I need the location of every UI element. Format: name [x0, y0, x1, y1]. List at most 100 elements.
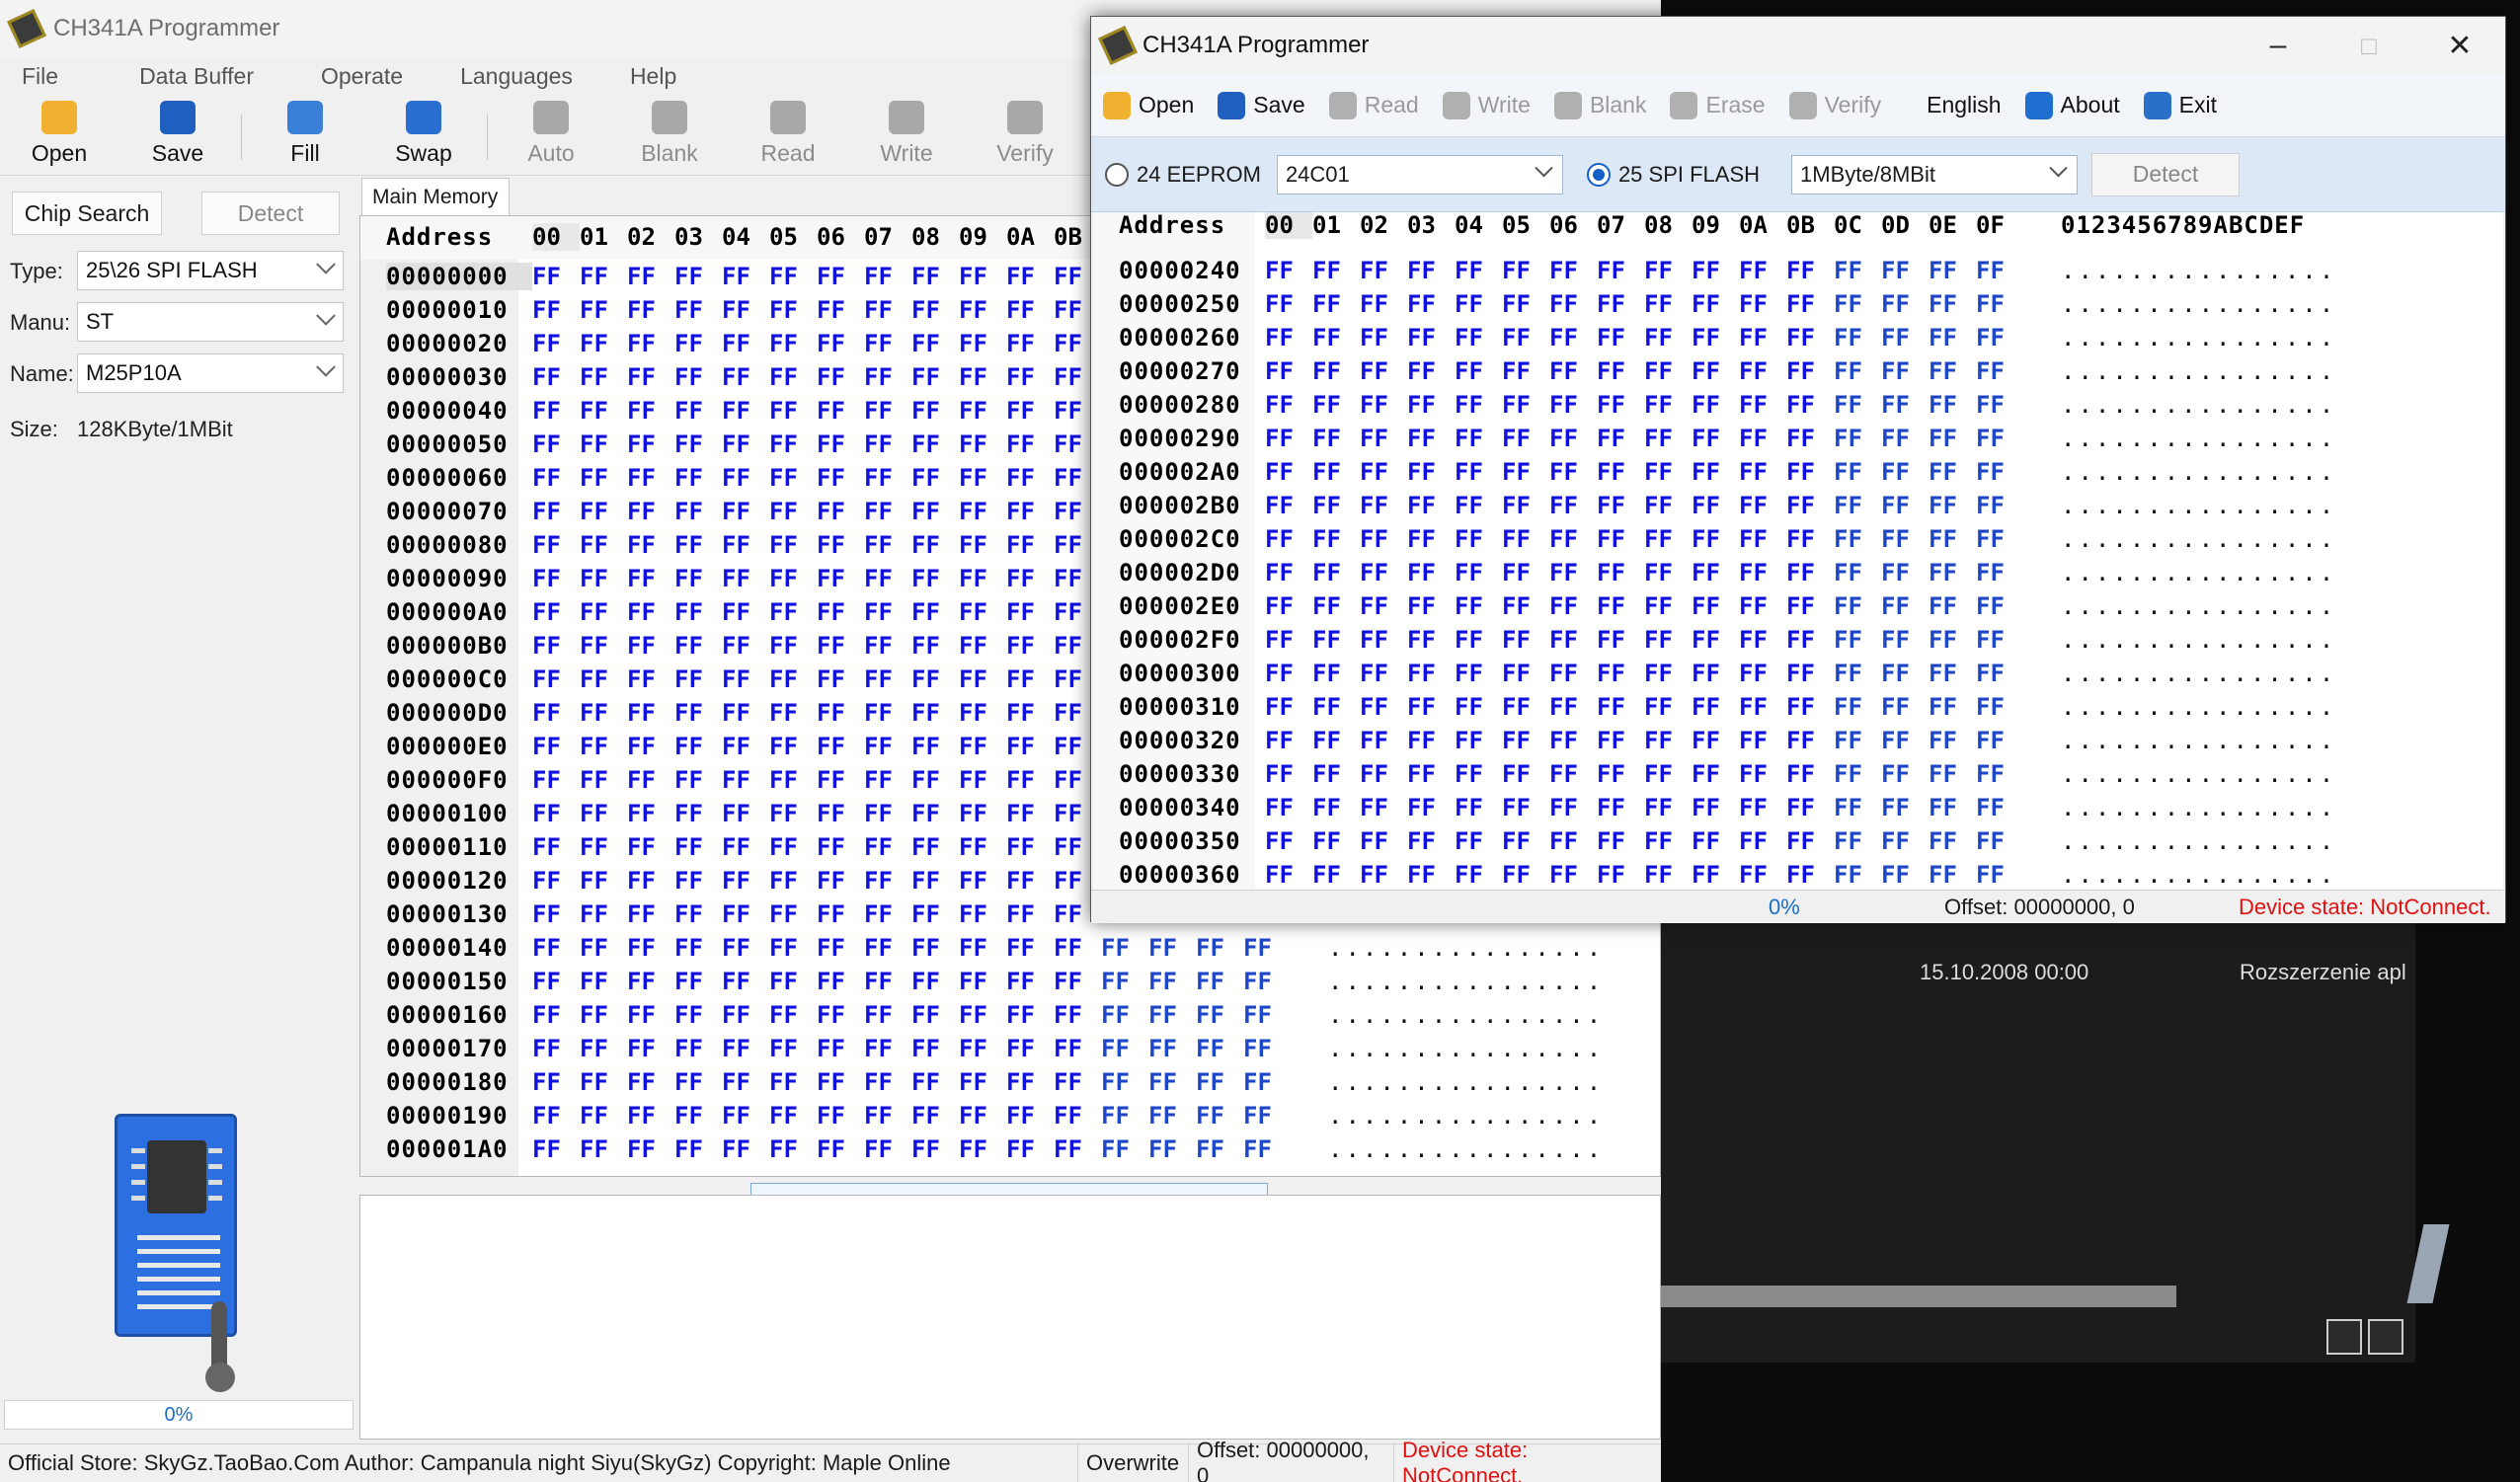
- hex-cell[interactable]: FF: [1243, 934, 1291, 962]
- hex-cell[interactable]: FF: [817, 296, 864, 324]
- hex-cell[interactable]: FF: [1054, 934, 1101, 962]
- hex-cell[interactable]: FF: [1312, 727, 1360, 754]
- hex-cell[interactable]: FF: [1976, 794, 2023, 821]
- hex-cell[interactable]: FF: [1881, 727, 1929, 754]
- hex-cell[interactable]: FF: [959, 330, 1006, 357]
- hex-cell[interactable]: FF: [627, 968, 674, 995]
- hex-cell[interactable]: FF: [959, 665, 1006, 693]
- hex-cell[interactable]: FF: [1739, 525, 1786, 553]
- hex-cell[interactable]: FF: [1597, 693, 1644, 721]
- hex-cell[interactable]: FF: [1881, 760, 1929, 788]
- hex-cell[interactable]: FF: [1101, 968, 1148, 995]
- hex-cell[interactable]: FF: [532, 598, 580, 626]
- hex-cell[interactable]: FF: [1929, 760, 1976, 788]
- hex-cell[interactable]: FF: [911, 699, 959, 727]
- hex-cell[interactable]: FF: [580, 1068, 627, 1096]
- hex-cell[interactable]: FF: [1455, 391, 1502, 419]
- hex-cell[interactable]: FF: [1455, 425, 1502, 452]
- hex-cell[interactable]: FF: [580, 565, 627, 592]
- hex-cell[interactable]: FF: [864, 968, 911, 995]
- hex-cell[interactable]: FF: [817, 900, 864, 928]
- hex-cell[interactable]: FF: [580, 330, 627, 357]
- hex-cell[interactable]: FF: [1101, 1135, 1148, 1163]
- hex-cell[interactable]: FF: [1502, 693, 1549, 721]
- hex-cell[interactable]: FF: [864, 733, 911, 760]
- hex-cell[interactable]: FF: [1196, 1001, 1243, 1029]
- hex-cell[interactable]: FF: [1265, 525, 1312, 553]
- hex-cell[interactable]: FF: [1360, 458, 1407, 486]
- hex-cell[interactable]: FF: [1265, 458, 1312, 486]
- hex-cell[interactable]: FF: [1881, 324, 1929, 351]
- hex-cell[interactable]: FF: [674, 330, 722, 357]
- hex-cell[interactable]: FF: [1739, 425, 1786, 452]
- hex-cell[interactable]: FF: [1976, 324, 2023, 351]
- hex-cell[interactable]: FF: [1054, 968, 1101, 995]
- hex-cell[interactable]: FF: [1148, 1035, 1196, 1062]
- hex-cell[interactable]: FF: [1455, 324, 1502, 351]
- hex-cell[interactable]: FF: [864, 766, 911, 794]
- hex-editor[interactable]: Address 0001 02 03 04 05 06 07 08 09 0A 0B 0C 0D 0E 0F 0…: [1093, 212, 2503, 890]
- maximize-button[interactable]: □: [2323, 17, 2414, 74]
- hex-cell[interactable]: FF: [1312, 861, 1360, 889]
- hex-cell[interactable]: FF: [674, 1068, 722, 1096]
- hex-cell[interactable]: FF: [1312, 357, 1360, 385]
- hex-cell[interactable]: FF: [769, 800, 817, 827]
- hex-cell[interactable]: FF: [1692, 324, 1739, 351]
- hex-cell[interactable]: FF: [1692, 559, 1739, 586]
- hex-cell[interactable]: FF: [1360, 357, 1407, 385]
- hex-cell[interactable]: FF: [1148, 968, 1196, 995]
- hex-cell[interactable]: FF: [817, 1135, 864, 1163]
- detect-button[interactable]: Detect: [201, 192, 340, 235]
- hex-cell[interactable]: FF: [864, 363, 911, 391]
- hex-cell[interactable]: FF: [1739, 458, 1786, 486]
- hex-cell[interactable]: FF: [1549, 760, 1597, 788]
- hex-cell[interactable]: FF: [1265, 492, 1312, 519]
- hex-cell[interactable]: FF: [769, 263, 817, 290]
- hex-cell[interactable]: FF: [817, 330, 864, 357]
- hex-cell[interactable]: FF: [817, 632, 864, 660]
- hex-cell[interactable]: FF: [769, 296, 817, 324]
- hex-cell[interactable]: FF: [959, 565, 1006, 592]
- hex-cell[interactable]: FF: [1976, 592, 2023, 620]
- hex-cell[interactable]: FF: [532, 330, 580, 357]
- hex-cell[interactable]: FF: [1834, 391, 1881, 419]
- hex-cell[interactable]: FF: [532, 766, 580, 794]
- hex-cell[interactable]: FF: [674, 531, 722, 559]
- hex-cell[interactable]: FF: [864, 833, 911, 861]
- hex-cell[interactable]: FF: [1148, 1068, 1196, 1096]
- hex-cell[interactable]: FF: [769, 1135, 817, 1163]
- hex-cell[interactable]: FF: [1786, 861, 1834, 889]
- hex-cell[interactable]: FF: [769, 1035, 817, 1062]
- hex-cell[interactable]: FF: [627, 900, 674, 928]
- hex-cell[interactable]: FF: [1834, 525, 1881, 553]
- hex-cell[interactable]: FF: [1502, 391, 1549, 419]
- hex-cell[interactable]: FF: [1006, 263, 1054, 290]
- hex-cell[interactable]: FF: [1148, 1135, 1196, 1163]
- hex-cell[interactable]: FF: [864, 598, 911, 626]
- hex-cell[interactable]: FF: [864, 632, 911, 660]
- hex-cell[interactable]: FF: [1834, 425, 1881, 452]
- hex-cell[interactable]: FF: [1502, 458, 1549, 486]
- hex-cell[interactable]: FF: [1739, 861, 1786, 889]
- hex-cell[interactable]: FF: [1976, 693, 2023, 721]
- hex-cell[interactable]: FF: [817, 934, 864, 962]
- hex-cell[interactable]: FF: [580, 1102, 627, 1130]
- hex-cell[interactable]: FF: [1834, 760, 1881, 788]
- menu-help[interactable]: Help: [594, 57, 698, 95]
- hex-cell[interactable]: FF: [1006, 565, 1054, 592]
- hex-cell[interactable]: FF: [1265, 760, 1312, 788]
- hex-cell[interactable]: FF: [722, 934, 769, 962]
- hex-cell[interactable]: FF: [1006, 968, 1054, 995]
- hex-cell[interactable]: FF: [1407, 727, 1455, 754]
- hex-cell[interactable]: FF: [1006, 1068, 1054, 1096]
- hex-cell[interactable]: FF: [1692, 693, 1739, 721]
- hex-cell[interactable]: FF: [722, 1068, 769, 1096]
- hex-cell[interactable]: FF: [769, 498, 817, 525]
- hex-cell[interactable]: FF: [1644, 324, 1692, 351]
- hex-cell[interactable]: FF: [1597, 324, 1644, 351]
- hex-cell[interactable]: FF: [1455, 357, 1502, 385]
- hex-cell[interactable]: FF: [1644, 827, 1692, 855]
- hex-cell[interactable]: FF: [1692, 827, 1739, 855]
- hex-cell[interactable]: FF: [627, 296, 674, 324]
- toolbar-read-button[interactable]: Read: [729, 97, 847, 176]
